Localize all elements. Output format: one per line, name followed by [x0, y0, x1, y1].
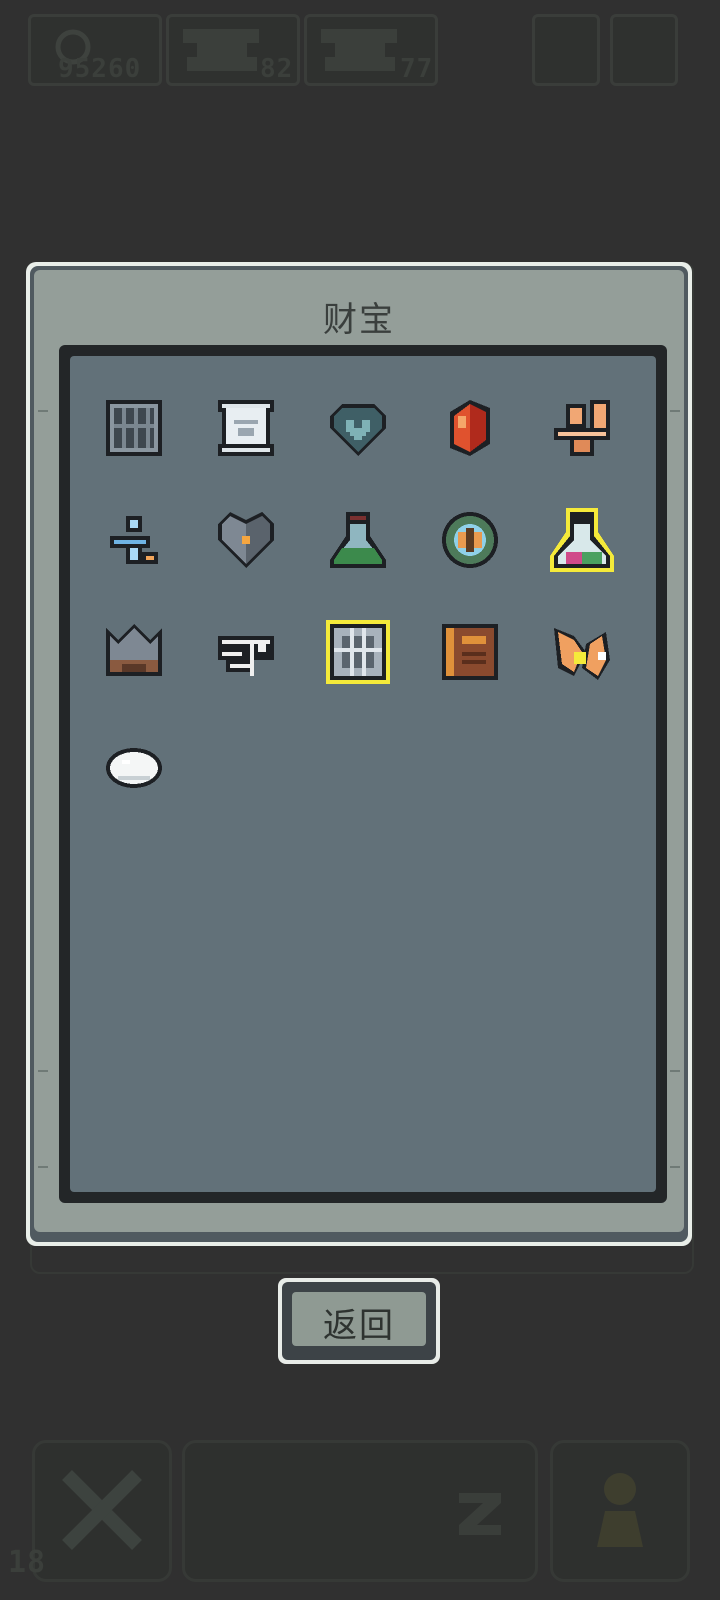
gem-cluster-icon — [183, 29, 259, 71]
sleep-icon — [459, 1493, 501, 1535]
rivet — [670, 1070, 680, 1072]
treasure-slot-rice-ball[interactable] — [78, 708, 190, 820]
steel-heart-icon — [218, 512, 274, 568]
red-crystal-icon — [450, 400, 490, 456]
treasure-slot-glowing-potion[interactable] — [526, 484, 638, 596]
treasure-slot-iron-cage[interactable] — [78, 372, 190, 484]
treasure-slot-red-crystal[interactable] — [414, 372, 526, 484]
treasure-slot-fox-tail[interactable] — [526, 596, 638, 708]
treasure-slot-glowing-chip[interactable] — [302, 596, 414, 708]
rivet — [670, 1166, 680, 1168]
back-button[interactable]: 返回 — [278, 1278, 440, 1364]
rivet — [38, 410, 48, 412]
treasure-slot-steel-heart[interactable] — [190, 484, 302, 596]
glowing-potion-icon — [550, 508, 614, 572]
rivet — [38, 1070, 48, 1072]
treasure-slot-spiked-helmet[interactable] — [78, 596, 190, 708]
toilet-icon — [554, 400, 610, 456]
iron-cage-icon — [106, 400, 162, 456]
coin-count: 95260 — [58, 54, 142, 84]
treasure-slot-blue-robot[interactable] — [78, 484, 190, 596]
gem-pile-icon — [321, 29, 397, 71]
crossed-swords-icon — [62, 1470, 142, 1550]
rivet — [670, 410, 680, 412]
hero-icon — [597, 1473, 643, 1547]
level-number: 18 — [8, 1545, 47, 1580]
settings-button[interactable] — [610, 14, 678, 86]
back-button-label: 返回 — [323, 1306, 395, 1346]
glowing-chip-icon — [326, 620, 390, 684]
treasure-slot-eye-rune[interactable] — [190, 596, 302, 708]
rice-ball-icon — [106, 748, 162, 788]
center-panel — [182, 1440, 538, 1582]
scroll-icon — [218, 400, 274, 456]
rivet — [38, 1166, 48, 1168]
eye-rune-icon — [218, 636, 274, 676]
leather-book-icon — [442, 624, 498, 680]
treasure-items — [78, 372, 638, 820]
treasure-slot-toilet[interactable] — [526, 372, 638, 484]
treasure-slot-leather-book[interactable] — [414, 596, 526, 708]
treasure-slot-heart-gem[interactable] — [302, 372, 414, 484]
resource-one-count: 82 — [260, 54, 294, 84]
green-potion-icon — [330, 512, 386, 568]
spiked-helmet-icon — [106, 624, 162, 676]
attack-slot[interactable] — [32, 1440, 172, 1582]
menu-button[interactable] — [532, 14, 600, 86]
treasure-slot-scroll[interactable] — [190, 372, 302, 484]
treasure-slot-butterfly-orb[interactable] — [414, 484, 526, 596]
hero-slot[interactable] — [550, 1440, 690, 1582]
fox-tail-icon — [554, 628, 610, 680]
heart-gem-icon — [330, 404, 386, 456]
blue-robot-icon — [110, 516, 158, 564]
treasure-slot-green-potion[interactable] — [302, 484, 414, 596]
butterfly-orb-icon — [442, 512, 498, 568]
panel-title: 财宝 — [323, 300, 395, 340]
resource-two-count: 77 — [400, 54, 434, 84]
